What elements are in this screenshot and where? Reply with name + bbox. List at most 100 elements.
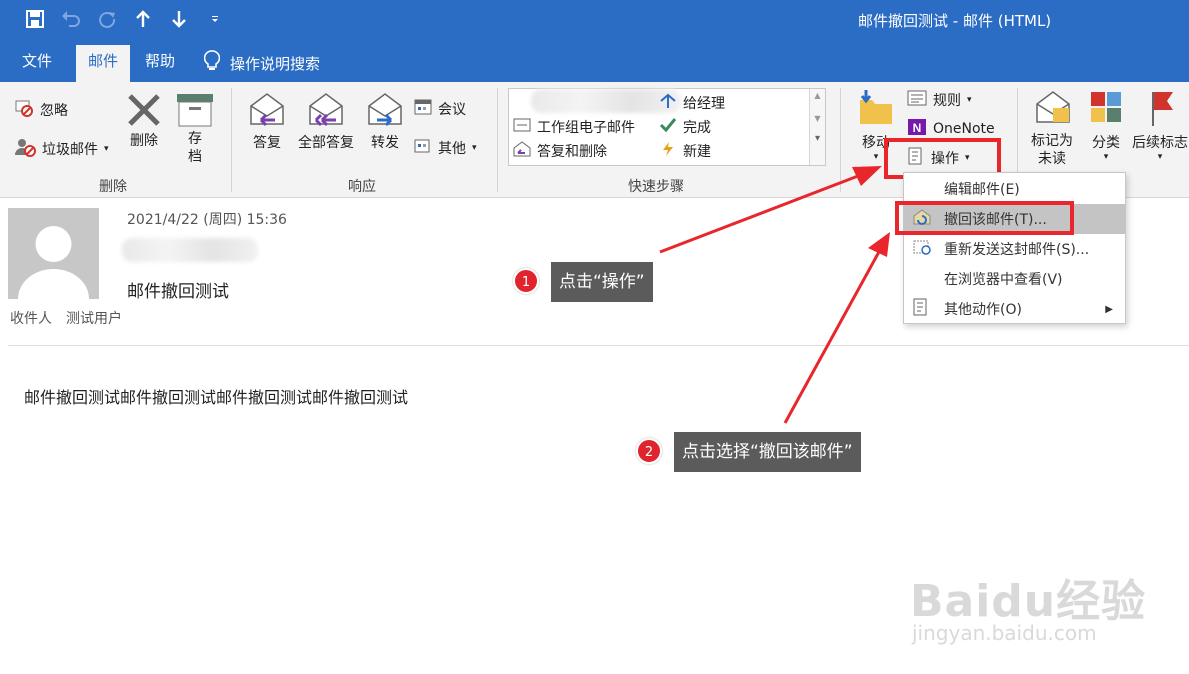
redo-icon[interactable]	[96, 8, 118, 30]
watermark-url: jingyan.baidu.com	[912, 621, 1097, 645]
onenote-label: OneNote	[933, 121, 995, 137]
menu-item-resend-message[interactable]: 重新发送这封邮件(S)...	[904, 234, 1125, 264]
reply-button[interactable]: 答复	[246, 90, 288, 152]
window-title: 邮件撤回测试 - 邮件 (HTML)	[858, 12, 1052, 30]
rules-button[interactable]: 规则 ▾	[907, 89, 972, 111]
step-badge-2: 2	[636, 438, 662, 464]
avatar	[8, 208, 99, 299]
tell-me-label: 操作说明搜索	[230, 54, 321, 73]
save-icon[interactable]	[24, 8, 46, 30]
svg-text:N: N	[913, 121, 922, 135]
message-date: 2021/4/22 (周四) 15:36	[127, 212, 287, 228]
chevron-down-icon: ▾	[967, 95, 972, 105]
quickstep-create-new[interactable]: 新建	[659, 141, 711, 161]
chevron-down-icon: ▾	[104, 144, 109, 154]
categorize-button[interactable]: 分类 ▾	[1087, 88, 1125, 162]
menu-item-label: 其他动作(O)	[944, 302, 1022, 318]
flag-icon	[1131, 88, 1189, 132]
mark-unread-icon	[1028, 88, 1078, 132]
ribbon-separator	[231, 88, 232, 192]
reply-all-button[interactable]: 全部答复	[294, 90, 358, 152]
forward-label: 转发	[371, 135, 399, 151]
lightbulb-icon	[203, 50, 221, 76]
recipient-label: 收件人	[10, 311, 52, 327]
undo-icon[interactable]	[60, 8, 82, 30]
watermark-brand: Baidu经验	[910, 576, 1147, 627]
menu-item-edit-message[interactable]: 编辑邮件(E)	[904, 174, 1125, 204]
resend-icon	[912, 238, 932, 260]
reply-delete-label: 答复和删除	[537, 144, 607, 160]
onenote-icon: N	[907, 118, 927, 140]
actions-dropdown-menu: 编辑邮件(E) 撤回该邮件(T)... 重新发送这封邮件(S)... 在浏览器中…	[903, 172, 1126, 324]
ribbon-separator	[497, 88, 498, 192]
customize-qat-icon[interactable]	[204, 8, 226, 30]
title-bar: 邮件撤回测试 - 邮件 (HTML)	[0, 0, 1189, 40]
ignore-button[interactable]: 忽略	[14, 98, 68, 122]
other-actions-icon	[912, 298, 930, 320]
chevron-down-icon: ▾	[472, 143, 477, 153]
recipient-value[interactable]: 测试用户	[66, 308, 122, 328]
tab-help[interactable]: 帮助	[133, 45, 187, 82]
quick-steps-scrollbar[interactable]: ▲ ▼ ▾	[809, 89, 825, 165]
forward-button[interactable]: 转发	[364, 90, 406, 152]
archive-button[interactable]: 存档	[174, 90, 216, 166]
callout-step-1: 点击“操作”	[551, 262, 653, 302]
menu-item-view-in-browser[interactable]: 在浏览器中查看(V)	[904, 264, 1125, 294]
checkmark-icon	[659, 117, 677, 137]
meeting-label: 会议	[438, 102, 466, 118]
manager-icon	[659, 93, 677, 113]
rules-icon	[907, 89, 927, 111]
archive-label: 存档	[188, 131, 202, 165]
more-respond-icon	[414, 137, 432, 159]
mark-unread-label: 标记为未读	[1031, 133, 1073, 167]
move-folder-icon	[855, 88, 897, 132]
meeting-button[interactable]: 会议	[414, 98, 466, 120]
group-label-respond: 响应	[348, 179, 376, 195]
message-subject: 邮件撤回测试	[127, 282, 229, 302]
done-label: 完成	[683, 120, 711, 136]
delete-button[interactable]: 删除	[122, 90, 166, 150]
submenu-arrow-icon: ▶	[1105, 303, 1113, 315]
to-manager-label: 给经理	[683, 96, 725, 112]
scroll-down-icon[interactable]: ▼	[810, 114, 825, 123]
rules-label: 规则	[933, 93, 961, 109]
callout-step-2: 点击选择“撤回该邮件”	[674, 432, 861, 472]
delete-label: 删除	[130, 133, 158, 149]
quickstep-reply-delete[interactable]: 答复和删除	[513, 141, 607, 161]
menu-item-label: 在浏览器中查看(V)	[944, 272, 1063, 288]
follow-up-label: 后续标志	[1132, 135, 1188, 151]
tab-mail[interactable]: 邮件	[76, 45, 131, 82]
more-respond-button[interactable]: 其他 ▾	[414, 137, 477, 159]
group-label-delete: 删除	[99, 179, 127, 195]
more-respond-label: 其他	[438, 141, 466, 157]
onenote-button[interactable]: N OneNote	[907, 118, 995, 140]
quickstep-team-email[interactable]: 工作组电子邮件	[513, 117, 635, 137]
follow-up-button[interactable]: 后续标志 ▾	[1131, 88, 1189, 162]
scroll-up-icon[interactable]: ▲	[810, 91, 825, 100]
delete-x-icon	[122, 90, 166, 130]
menu-item-label: 重新发送这封邮件(S)...	[944, 242, 1090, 258]
junk-button[interactable]: 垃圾邮件 ▾	[14, 137, 109, 161]
mark-unread-button[interactable]: 标记为未读	[1028, 88, 1078, 168]
reply-all-label: 全部答复	[298, 135, 354, 151]
up-arrow-icon[interactable]	[132, 8, 154, 30]
junk-icon	[14, 137, 36, 161]
tab-file[interactable]: 文件	[10, 45, 64, 82]
categorize-label: 分类	[1092, 135, 1120, 151]
quickstep-done[interactable]: 完成	[659, 117, 711, 137]
down-arrow-icon[interactable]	[168, 8, 190, 30]
quickstep-to-manager[interactable]: 给经理	[659, 93, 725, 113]
header-divider	[8, 345, 1189, 346]
group-label-quick-steps: 快速步骤	[628, 179, 684, 195]
forward-icon	[364, 90, 406, 132]
menu-tabs: 文件 邮件 帮助 操作说明搜索	[0, 40, 1189, 82]
tell-me-search[interactable]: 操作说明搜索	[203, 50, 321, 76]
expand-gallery-icon[interactable]: ▾	[810, 133, 825, 144]
team-email-icon	[513, 118, 531, 136]
ignore-label: 忽略	[40, 103, 68, 119]
menu-item-other-actions[interactable]: 其他动作(O) ▶	[904, 294, 1125, 324]
chevron-down-icon: ▾	[1103, 152, 1109, 162]
reply-label: 答复	[253, 135, 281, 151]
quick-steps-gallery: 工作组电子邮件 答复和删除 给经理 完成 新建 ▲ ▼ ▾	[508, 88, 826, 166]
junk-label: 垃圾邮件	[42, 142, 98, 158]
